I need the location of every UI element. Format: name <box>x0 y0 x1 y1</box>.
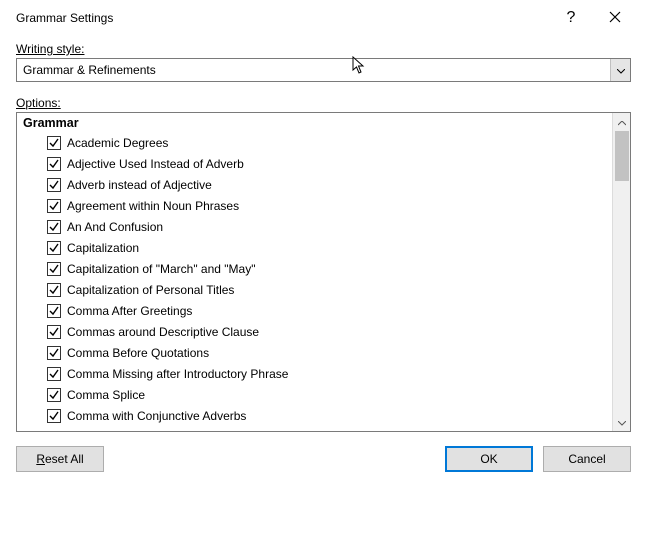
checkbox[interactable] <box>47 388 61 402</box>
writing-style-combo[interactable]: Grammar & Refinements <box>16 58 631 82</box>
list-item[interactable]: Agreement within Noun Phrases <box>21 195 612 216</box>
chevron-down-icon <box>617 63 625 77</box>
list-item-label: Adjective Used Instead of Adverb <box>67 155 244 173</box>
ok-button[interactable]: OK <box>445 446 533 472</box>
checkbox[interactable] <box>47 157 61 171</box>
writing-style-value: Grammar & Refinements <box>23 63 156 77</box>
checkbox[interactable] <box>47 346 61 360</box>
list-item[interactable]: Capitalization <box>21 237 612 258</box>
scroll-up-button[interactable] <box>613 113 630 131</box>
list-item[interactable]: Comma Missing after Introductory Phrase <box>21 363 612 384</box>
list-item-label: Comma with Conjunctive Adverbs <box>67 407 246 425</box>
writing-style-label: Writing style: <box>16 42 631 56</box>
list-item[interactable]: Academic Degrees <box>21 132 612 153</box>
list-item-label: Comma Before Quotations <box>67 344 209 362</box>
list-item[interactable]: Comma with Conjunctive Adverbs <box>21 405 612 426</box>
options-label: Options: <box>16 96 631 110</box>
list-item[interactable]: Capitalization of "March" and "May" <box>21 258 612 279</box>
list-item[interactable]: Comma Before Quotations <box>21 342 612 363</box>
options-listbox: Grammar Academic Degrees Adjective Used I… <box>16 112 631 432</box>
list-item[interactable]: Comma After Greetings <box>21 300 612 321</box>
reset-all-button[interactable]: Reset All <box>16 446 104 472</box>
checkbox[interactable] <box>47 409 61 423</box>
list-item[interactable]: Commas around Descriptive Clause <box>21 321 612 342</box>
titlebar: Grammar Settings ? <box>0 0 647 36</box>
list-item-label: Commas around Descriptive Clause <box>67 323 259 341</box>
chevron-down-icon <box>618 415 626 429</box>
list-item-label: Adverb instead of Adjective <box>67 176 212 194</box>
help-icon: ? <box>567 9 576 27</box>
scrollbar-thumb[interactable] <box>615 131 629 181</box>
list-item-label: Capitalization <box>67 239 139 257</box>
vertical-scrollbar[interactable] <box>612 113 630 431</box>
list-item-label: Agreement within Noun Phrases <box>67 197 239 215</box>
list-item-label: An And Confusion <box>67 218 163 236</box>
checkbox[interactable] <box>47 304 61 318</box>
checkbox[interactable] <box>47 199 61 213</box>
checkbox[interactable] <box>47 325 61 339</box>
options-list-inner: Grammar Academic Degrees Adjective Used I… <box>17 113 612 431</box>
list-item[interactable]: An And Confusion <box>21 216 612 237</box>
list-item[interactable]: Comma Splice <box>21 384 612 405</box>
checkbox[interactable] <box>47 283 61 297</box>
combo-dropdown-button[interactable] <box>610 59 630 81</box>
checkbox[interactable] <box>47 178 61 192</box>
checkbox[interactable] <box>47 262 61 276</box>
list-item-label: Comma Missing after Introductory Phrase <box>67 365 288 383</box>
dialog-title: Grammar Settings <box>16 11 113 25</box>
checkbox[interactable] <box>47 220 61 234</box>
list-item[interactable]: Capitalization of Personal Titles <box>21 279 612 300</box>
checkbox[interactable] <box>47 367 61 381</box>
list-item-label: Capitalization of "March" and "May" <box>67 260 255 278</box>
list-item-label: Capitalization of Personal Titles <box>67 281 234 299</box>
chevron-up-icon <box>618 115 626 129</box>
checkbox[interactable] <box>47 136 61 150</box>
close-icon <box>609 10 621 27</box>
cancel-button[interactable]: Cancel <box>543 446 631 472</box>
list-item[interactable]: Adverb instead of Adjective <box>21 174 612 195</box>
list-item-label: Comma Splice <box>67 386 145 404</box>
close-button[interactable] <box>593 2 637 34</box>
list-item-label: Academic Degrees <box>67 134 168 152</box>
list-item[interactable]: Adjective Used Instead of Adverb <box>21 153 612 174</box>
dialog-button-row: Reset All OK Cancel <box>0 432 647 472</box>
dialog-content: Writing style: Grammar & Refinements Opt… <box>0 36 647 432</box>
list-item-label: Comma After Greetings <box>67 302 192 320</box>
group-header-grammar: Grammar <box>21 115 612 132</box>
help-button[interactable]: ? <box>549 2 593 34</box>
scroll-down-button[interactable] <box>613 413 630 431</box>
checkbox[interactable] <box>47 241 61 255</box>
